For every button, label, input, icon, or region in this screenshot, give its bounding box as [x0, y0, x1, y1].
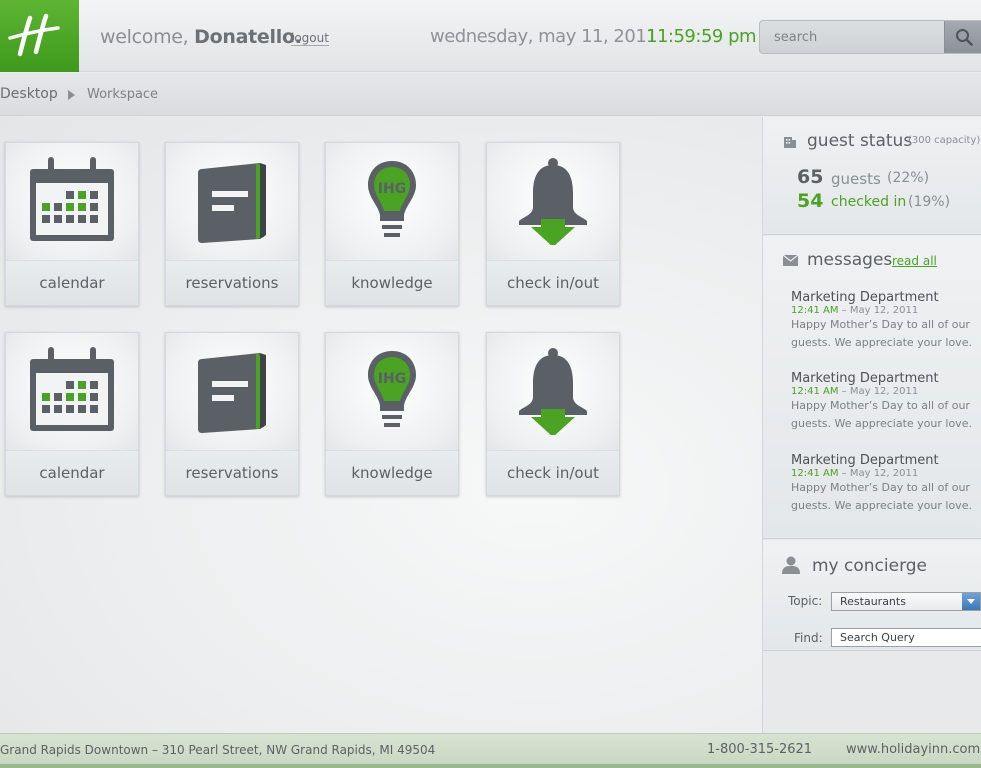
message-timestamp: 12:41 AM – May 12, 2011 [791, 305, 919, 316]
tile-calendar[interactable]: calendar [5, 142, 139, 306]
topic-selected-value: Restaurants [840, 595, 906, 608]
message-sender: Marketing Department [791, 453, 939, 468]
welcome-message: welcome, Donatello. [100, 26, 302, 48]
tile-knowledge[interactable]: IHG knowledge [325, 142, 459, 306]
footer-bar [0, 764, 981, 768]
footer: Grand Rapids Downtown – 310 Pearl Street… [0, 733, 981, 768]
building-icon [784, 137, 796, 148]
search-box [759, 20, 981, 54]
calendar-icon [30, 157, 114, 241]
envelope-icon [783, 255, 798, 266]
breadcrumb-workspace: Workspace [87, 87, 159, 102]
book-icon [198, 353, 266, 433]
checked-in-percent: (19%) [908, 194, 951, 210]
svg-text:IHG: IHG [378, 371, 406, 387]
tile-reservations[interactable]: reservations [165, 142, 299, 306]
calendar-icon [30, 347, 114, 431]
tile-check-in-out[interactable]: check in/out [486, 332, 620, 496]
current-date: wednesday, may 11, 2011 [430, 26, 658, 47]
message-body: Happy Mother’s Day to all of our guests.… [791, 481, 972, 512]
guest-status-panel: guest status (300 capacity) 65 guests (2… [763, 117, 981, 235]
tile-reservations[interactable]: reservations [165, 332, 299, 496]
message-item[interactable]: Marketing Department 12:41 AM – May 12, … [791, 453, 973, 515]
hotel-address: Grand Rapids Downtown – 310 Pearl Street… [0, 743, 436, 757]
guests-count: 65 [797, 166, 824, 188]
workspace-area: calendar reservations IHG knowledge chec… [0, 117, 762, 733]
search-button[interactable] [944, 21, 981, 53]
search-icon [956, 29, 973, 46]
concierge-title: my concierge [812, 556, 928, 576]
guests-label: guests [831, 170, 881, 188]
find-label: Find: [794, 631, 823, 645]
tile-label: knowledge [326, 451, 458, 495]
tile-label: knowledge [326, 261, 458, 305]
tile-knowledge[interactable]: IHG knowledge [325, 332, 459, 496]
hotel-phone: 1-800-315-2621 [707, 742, 813, 757]
read-all-link[interactable]: read all [892, 254, 937, 268]
checked-in-label: checked in [831, 194, 907, 210]
breadcrumb-desktop[interactable]: Desktop [0, 86, 58, 102]
topic-select[interactable]: Restaurants [831, 592, 981, 611]
capacity-label: (300 capacity) [908, 135, 981, 146]
message-body: Happy Mother’s Day to all of our guests.… [791, 318, 972, 349]
person-icon [782, 556, 800, 574]
messages-panel: messages read all Marketing Department 1… [763, 236, 981, 539]
topic-label: Topic: [788, 594, 823, 608]
dropdown-arrow-icon [962, 593, 980, 610]
tile-label: reservations [166, 451, 298, 495]
hotel-website-link[interactable]: www.holidayinn.com [846, 742, 980, 757]
side-panel: guest status (300 capacity) 65 guests (2… [762, 117, 981, 733]
message-sender: Marketing Department [791, 371, 939, 386]
message-timestamp: 12:41 AM – May 12, 2011 [791, 386, 919, 397]
user-name: Donatello. [194, 26, 302, 48]
guests-percent: (22%) [887, 170, 930, 186]
tile-label: check in/out [487, 451, 619, 495]
top-header: welcome, Donatello. logout wednesday, ma… [0, 0, 981, 72]
lightbulb-icon: IHG [368, 351, 416, 427]
message-body: Happy Mother’s Day to all of our guests.… [791, 399, 972, 430]
breadcrumb-arrow-icon [68, 90, 75, 100]
search-input[interactable] [760, 21, 944, 53]
guest-status-title: guest status [807, 131, 913, 151]
breadcrumb: Desktop Workspace [0, 73, 981, 116]
holiday-inn-logo[interactable] [0, 0, 79, 72]
concierge-panel: my concierge Topic: Restaurants Find: [763, 540, 981, 651]
bell-icon [519, 158, 587, 245]
current-time: 11:59:59 pm [646, 26, 757, 47]
tile-label: calendar [6, 261, 138, 305]
logo-h-icon [8, 13, 60, 57]
message-item[interactable]: Marketing Department 12:41 AM – May 12, … [791, 371, 973, 433]
tile-label: check in/out [487, 261, 619, 305]
find-query-input[interactable] [831, 628, 981, 647]
tile-label: calendar [6, 451, 138, 495]
tile-calendar[interactable]: calendar [5, 332, 139, 496]
checked-in-count: 54 [797, 190, 824, 212]
bell-icon [519, 348, 587, 435]
tile-check-in-out[interactable]: check in/out [486, 142, 620, 306]
svg-text:IHG: IHG [378, 181, 406, 197]
lightbulb-icon: IHG [368, 161, 416, 237]
book-icon [198, 163, 266, 243]
tile-label: reservations [166, 261, 298, 305]
message-timestamp: 12:41 AM – May 12, 2011 [791, 468, 919, 479]
messages-title: messages [807, 250, 893, 270]
logout-link[interactable]: logout [291, 31, 329, 46]
message-item[interactable]: Marketing Department 12:41 AM – May 12, … [791, 290, 973, 352]
message-sender: Marketing Department [791, 290, 939, 305]
